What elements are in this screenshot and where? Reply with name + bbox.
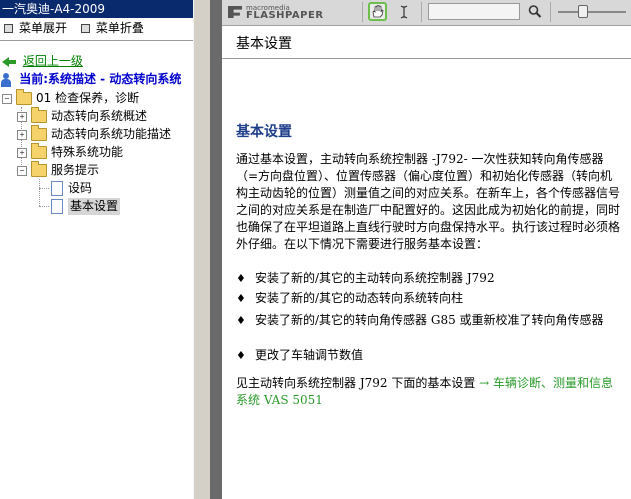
- search-button[interactable]: [527, 3, 543, 20]
- tree-connector: [39, 188, 49, 189]
- content-heading: 基本设置: [236, 124, 292, 140]
- menu-expand-button[interactable]: 菜单展开: [2, 18, 67, 38]
- back-row: 返回上一级: [2, 53, 83, 69]
- tree-item-coding[interactable]: 设码: [51, 180, 92, 197]
- diamond-bullet-icon: ♦: [236, 292, 246, 305]
- collapse-toggle-icon[interactable]: −: [17, 165, 27, 176]
- text-cursor-icon: [400, 5, 408, 19]
- tree-item-special[interactable]: + 特殊系统功能: [17, 143, 124, 161]
- diamond-bullet-icon: ♦: [236, 272, 246, 285]
- zoom-slider-track[interactable]: [558, 11, 626, 13]
- document-page: 基本设置 基本设置 通过基本设置，主动转向系统控制器 -J792- 一次性获知转…: [222, 26, 631, 499]
- collapse-square-icon: [80, 23, 90, 33]
- expand-toggle-icon[interactable]: +: [17, 147, 27, 158]
- logo-bottom-text: FLASHPAPER: [246, 10, 324, 21]
- tree-item-basic-settings[interactable]: 基本设置: [51, 198, 121, 215]
- folder-icon: [31, 107, 47, 123]
- header-divider: [222, 58, 631, 59]
- tree-item-label: 动态转向系统概述: [51, 109, 148, 123]
- document-icon: [51, 181, 63, 196]
- tree-item-service[interactable]: − 服务提示: [17, 161, 100, 179]
- viewer-toolbar: macromedia FLASHPAPER: [222, 0, 631, 26]
- bullet-text: 安装了新的/其它的动态转向系统转向柱: [255, 291, 464, 305]
- menu-expand-label: 菜单展开: [19, 21, 68, 35]
- tree-item-label: 设码: [68, 181, 93, 195]
- tree-item-checkup[interactable]: − 01 检查保养，诊断: [2, 89, 140, 107]
- current-location: 当前:系统描述 - 动态转向系统: [0, 71, 181, 87]
- reference-paragraph: 见主动转向系统控制器 J792 下面的基本设置 → 车辆诊断、测量和信息系统 V…: [236, 375, 624, 409]
- search-input[interactable]: [428, 3, 520, 20]
- folder-open-icon: [31, 161, 47, 177]
- collapse-toggle-icon[interactable]: −: [2, 93, 12, 104]
- panel-splitter[interactable]: [193, 0, 211, 499]
- tree-connector: [39, 179, 40, 206]
- expand-square-icon: [4, 23, 13, 33]
- toolbar-divider: [550, 2, 551, 22]
- current-location-label: 当前:系统描述 - 动态转向系统: [19, 72, 182, 86]
- viewer-border: [210, 0, 222, 499]
- folder-icon: [31, 143, 47, 159]
- reference-text: 见主动转向系统控制器 J792 下面的基本设置: [236, 376, 480, 390]
- tree-item-overview[interactable]: + 动态转向系统概述: [17, 107, 148, 125]
- tree-item-label: 01 检查保养，诊断: [36, 91, 140, 105]
- expand-toggle-icon[interactable]: +: [17, 129, 27, 140]
- expand-toggle-icon[interactable]: +: [17, 111, 27, 122]
- document-icon: [51, 199, 63, 214]
- back-link[interactable]: 返回上一级: [23, 54, 83, 68]
- tree-connector: [39, 206, 49, 207]
- folder-icon: [31, 125, 47, 141]
- user-icon: [0, 72, 12, 87]
- hand-icon: [372, 5, 384, 18]
- folder-open-icon: [16, 89, 32, 105]
- bullet-text: 安装了新的/其它的主动转向系统控制器 J792: [255, 271, 495, 285]
- back-arrow-icon[interactable]: [2, 56, 16, 67]
- bullet-text: 更改了车轴调节数值: [255, 348, 364, 362]
- navigation-panel: 一汽奥迪-A4-2009 菜单展开 菜单折叠 返回上一级 当前:系统描述 - 动…: [0, 0, 193, 499]
- divider: [0, 40, 193, 41]
- tree-item-function[interactable]: + 动态转向系统功能描述: [17, 125, 172, 143]
- tree-item-label: 服务提示: [51, 163, 100, 177]
- panel-title: 一汽奥迪-A4-2009: [0, 0, 193, 18]
- diamond-bullet-icon: ♦: [236, 314, 246, 327]
- macromedia-logo-icon: [228, 6, 242, 18]
- tree-item-label: 特殊系统功能: [51, 145, 124, 159]
- hand-tool-button[interactable]: [368, 2, 387, 21]
- zoom-slider-thumb[interactable]: [578, 5, 589, 18]
- bullet-text: 安装了新的/其它的转向角传感器 G85 或重新校准了转向角传感器: [255, 313, 604, 327]
- tree-item-label: 动态转向系统功能描述: [51, 127, 172, 141]
- diamond-bullet-icon: ♦: [236, 349, 246, 362]
- page-header-title: 基本设置: [236, 36, 292, 52]
- menu-toolbar: 菜单展开 菜单折叠: [0, 18, 193, 38]
- menu-collapse-label: 菜单折叠: [95, 21, 144, 35]
- toolbar-divider: [421, 2, 422, 22]
- menu-collapse-button[interactable]: 菜单折叠: [79, 18, 144, 38]
- search-icon: [528, 5, 542, 18]
- text-select-tool-button[interactable]: [398, 3, 410, 21]
- flashpaper-logo: macromedia FLASHPAPER: [228, 3, 328, 21]
- intro-paragraph: 通过基本设置，主动转向系统控制器 -J792- 一次性获知转向角传感器（=方向盘…: [236, 152, 621, 251]
- toolbar-divider: [362, 2, 363, 22]
- tree-item-label: 基本设置: [68, 198, 121, 215]
